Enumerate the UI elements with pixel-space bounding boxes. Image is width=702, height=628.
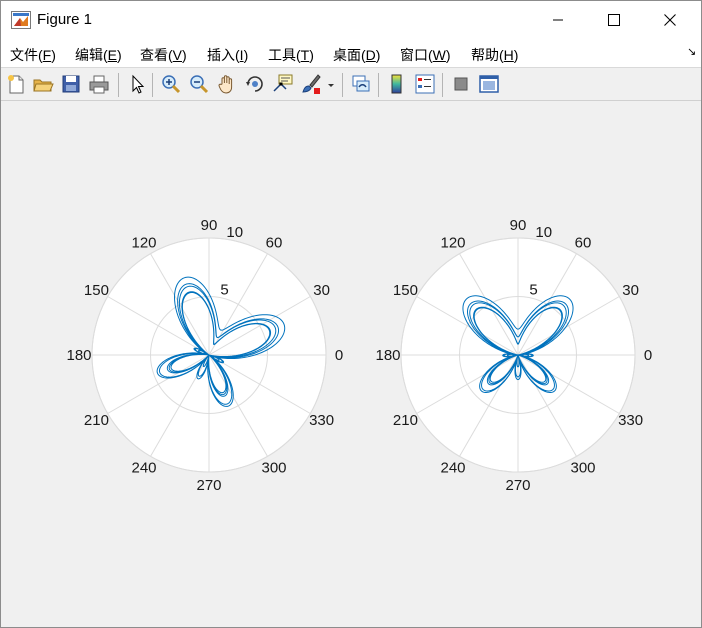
polar-plots: 0 30 60 90 120 150 180 210 240 270 300 330 5 10 0 30 60 9… bbox=[66, 217, 652, 494]
title-bar[interactable]: Figure 1 bbox=[1, 1, 701, 39]
angle-tick-label: 120 bbox=[131, 234, 156, 251]
angle-tick-label: 210 bbox=[393, 412, 418, 429]
angle-tick-label: 90 bbox=[510, 217, 527, 234]
angle-tick-label: 270 bbox=[196, 477, 221, 494]
angle-tick-label: 330 bbox=[618, 412, 643, 429]
close-icon bbox=[664, 14, 676, 26]
angle-tick-label: 60 bbox=[266, 234, 283, 251]
open-file-icon[interactable] bbox=[32, 73, 54, 95]
radial-tick-label: 10 bbox=[535, 224, 552, 241]
radial-tick-label: 10 bbox=[226, 224, 243, 241]
angle-tick-label: 30 bbox=[622, 282, 639, 299]
zoom-in-icon[interactable] bbox=[160, 73, 182, 95]
angle-tick-label: 180 bbox=[66, 347, 91, 364]
radial-tick-label: 5 bbox=[220, 282, 228, 299]
maximize-button[interactable] bbox=[591, 1, 637, 39]
colorbar-icon[interactable] bbox=[386, 73, 408, 95]
angle-tick-label: 0 bbox=[644, 347, 652, 364]
dock-figure-icon[interactable]: ↘ bbox=[687, 45, 696, 58]
menu-edit[interactable]: 编辑(E) bbox=[75, 45, 122, 65]
zoom-out-icon[interactable] bbox=[188, 73, 210, 95]
menu-view[interactable]: 查看(V) bbox=[140, 45, 187, 65]
new-figure-icon[interactable] bbox=[5, 73, 27, 95]
angle-tick-label: 120 bbox=[440, 234, 465, 251]
show-plot-tools-icon[interactable] bbox=[478, 73, 500, 95]
angle-tick-label: 60 bbox=[575, 234, 592, 251]
menu-help[interactable]: 帮助(H) bbox=[471, 45, 518, 65]
figure-canvas[interactable]: 0 30 60 90 120 150 180 210 240 270 300 330 5 10 0 30 60 9… bbox=[1, 101, 701, 627]
close-button[interactable] bbox=[647, 1, 693, 39]
angle-tick-label: 90 bbox=[201, 217, 218, 234]
toolbar-separator bbox=[118, 73, 119, 97]
figure-window: Figure 1 文件(F) 编辑(E) 查看(V) 插入(I) 工具(T) 桌… bbox=[0, 0, 702, 628]
toolbar-separator bbox=[378, 73, 379, 97]
angle-tick-label: 300 bbox=[570, 460, 595, 477]
angle-tick-label: 150 bbox=[393, 282, 418, 299]
angle-tick-label: 150 bbox=[84, 282, 109, 299]
angle-tick-label: 180 bbox=[375, 347, 400, 364]
matlab-logo-icon bbox=[11, 11, 31, 29]
save-icon[interactable] bbox=[60, 73, 82, 95]
rotate-3d-icon[interactable] bbox=[244, 73, 266, 95]
angle-tick-label: 240 bbox=[131, 460, 156, 477]
link-plot-icon[interactable] bbox=[350, 73, 372, 95]
menu-file[interactable]: 文件(F) bbox=[10, 45, 56, 65]
maximize-icon bbox=[608, 14, 620, 26]
brush-dropdown-icon[interactable] bbox=[326, 73, 336, 95]
brush-icon[interactable] bbox=[300, 73, 322, 95]
toolbar-separator bbox=[342, 73, 343, 97]
angle-tick-label: 0 bbox=[335, 347, 343, 364]
hide-plot-tools-icon[interactable] bbox=[450, 73, 472, 95]
toolbar-separator bbox=[152, 73, 153, 97]
minimize-button[interactable] bbox=[535, 1, 581, 39]
pan-hand-icon[interactable] bbox=[216, 73, 238, 95]
edit-plot-arrow-icon[interactable] bbox=[126, 73, 148, 95]
menu-bar: 文件(F) 编辑(E) 查看(V) 插入(I) 工具(T) 桌面(D) 窗口(W… bbox=[1, 39, 701, 67]
print-icon[interactable] bbox=[88, 73, 110, 95]
menu-desktop[interactable]: 桌面(D) bbox=[333, 45, 380, 65]
angle-tick-label: 30 bbox=[313, 282, 330, 299]
angle-tick-label: 240 bbox=[440, 460, 465, 477]
toolbar-separator bbox=[442, 73, 443, 97]
menu-insert[interactable]: 插入(I) bbox=[207, 45, 248, 65]
minimize-icon bbox=[553, 19, 563, 21]
angle-tick-label: 210 bbox=[84, 412, 109, 429]
data-cursor-icon[interactable] bbox=[272, 73, 294, 95]
angle-tick-label: 330 bbox=[309, 412, 334, 429]
menu-tools[interactable]: 工具(T) bbox=[268, 45, 314, 65]
angle-tick-label: 300 bbox=[261, 460, 286, 477]
radial-tick-label: 5 bbox=[529, 282, 537, 299]
legend-icon[interactable] bbox=[414, 73, 436, 95]
window-title: Figure 1 bbox=[37, 11, 93, 28]
menu-window[interactable]: 窗口(W) bbox=[400, 45, 451, 65]
angle-tick-label: 270 bbox=[505, 477, 530, 494]
figure-toolbar bbox=[1, 67, 701, 101]
